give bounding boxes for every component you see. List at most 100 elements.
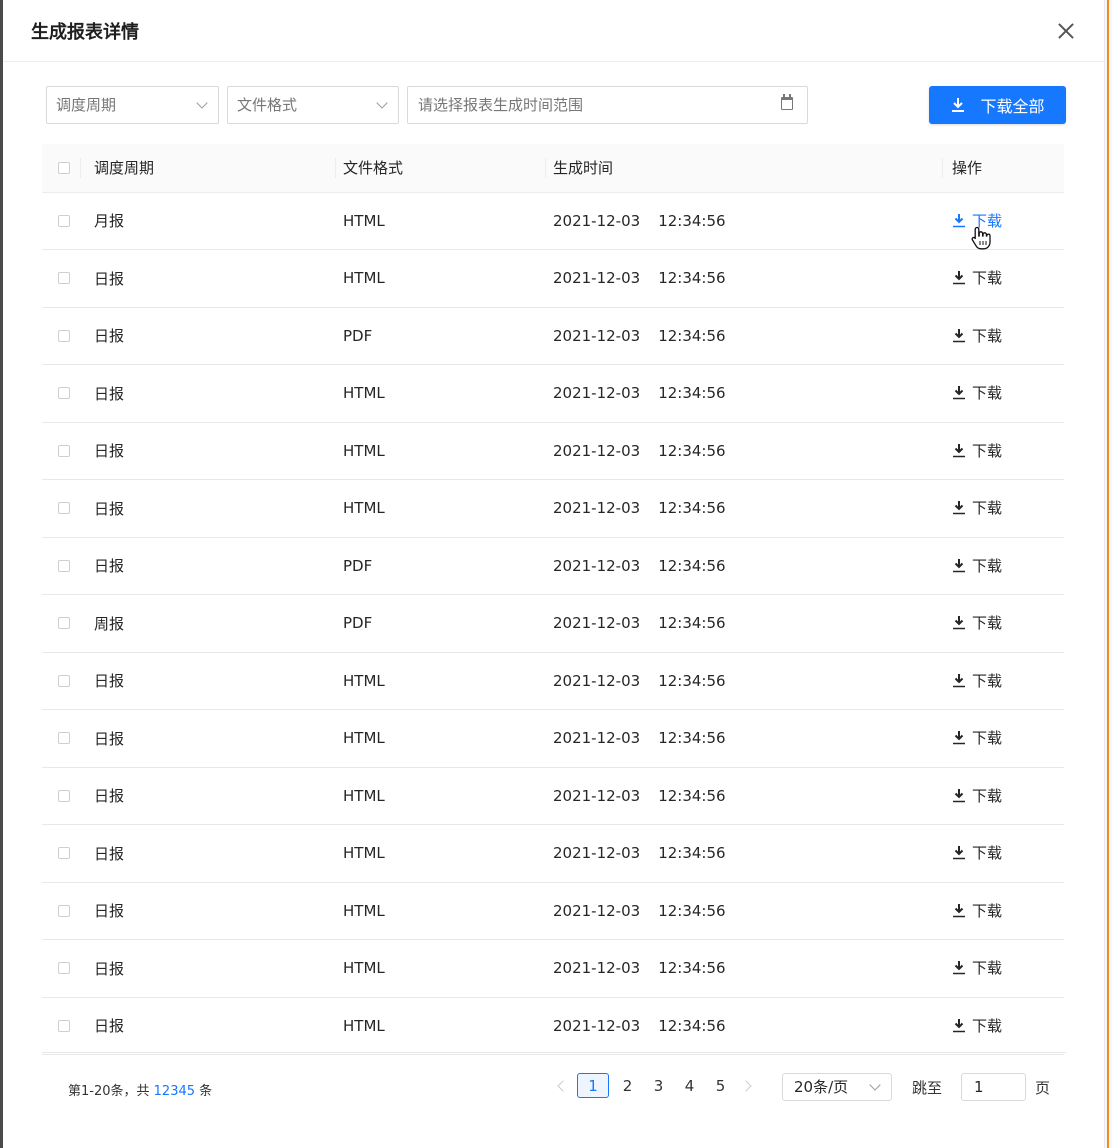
download-link[interactable]: 下载 (952, 440, 1002, 461)
file-format-cell: HTML (343, 269, 385, 288)
download-link[interactable]: 下载 (952, 727, 1002, 748)
generated-clock: 12:34:56 (658, 384, 726, 403)
download-link[interactable]: 下载 (952, 785, 1002, 806)
generated-clock: 12:34:56 (658, 614, 726, 633)
download-link[interactable]: 下载 (952, 497, 1002, 518)
row-checkbox[interactable] (58, 617, 70, 630)
select-all-checkbox[interactable] (58, 161, 70, 174)
page-3[interactable]: 3 (646, 1073, 671, 1098)
row-checkbox[interactable] (58, 1019, 70, 1032)
generated-time-cell: 2021-12-03 12:34:56 (545, 652, 942, 710)
row-checkbox[interactable] (58, 387, 70, 400)
generated-clock: 12:34:56 (658, 556, 726, 575)
generated-date: 2021-12-03 (553, 499, 641, 518)
row-checkbox[interactable] (58, 559, 70, 572)
generated-date: 2021-12-03 (553, 211, 641, 230)
row-checkbox[interactable] (58, 789, 70, 802)
table-row: 日报 HTML 2021-12-03 12:34:56 下载 (42, 365, 1064, 422)
schedule-period-cell: 日报 (94, 729, 125, 748)
schedule-period-select[interactable]: 调度周期 (46, 86, 219, 124)
page-1[interactable]: 1 (577, 1073, 609, 1098)
download-link[interactable]: 下载 (952, 325, 1002, 346)
download-link[interactable]: 下载 (952, 267, 1002, 288)
download-link[interactable]: 下载 (952, 670, 1002, 691)
download-label: 下载 (972, 441, 1003, 460)
download-label: 下载 (972, 786, 1003, 805)
row-checkbox[interactable] (58, 962, 70, 975)
schedule-period-cell: 日报 (94, 1017, 125, 1036)
generated-date: 2021-12-03 (553, 269, 641, 288)
page-5[interactable]: 5 (708, 1073, 733, 1098)
file-format-cell: HTML (343, 211, 385, 230)
total-count: 12345 (153, 1084, 196, 1099)
file-format-cell: HTML (343, 844, 385, 863)
date-range-picker[interactable]: 请选择报表生成时间范围 (407, 86, 808, 124)
column-actions: 操作 (942, 144, 1064, 193)
download-link[interactable]: 下载 (952, 842, 1002, 863)
page-4[interactable]: 4 (677, 1073, 702, 1098)
generated-time-cell: 2021-12-03 12:34:56 (545, 537, 942, 595)
generated-date: 2021-12-03 (553, 326, 641, 345)
pagination-total: 第1-20条，共 12345 条 (68, 1080, 212, 1099)
chevron-right-icon[interactable] (739, 1073, 757, 1098)
download-icon (953, 558, 965, 572)
file-format-placeholder: 文件格式 (237, 96, 298, 114)
row-checkbox[interactable] (58, 502, 70, 515)
modal-header: 生成报表详情 (3, 0, 1104, 62)
generated-time-cell: 2021-12-03 12:34:56 (545, 595, 942, 653)
schedule-period-cell: 日报 (94, 384, 125, 403)
download-link[interactable]: 下载 (952, 555, 1002, 576)
row-checkbox[interactable] (58, 904, 70, 917)
generated-time-cell: 2021-12-03 12:34:56 (545, 250, 942, 308)
chevron-left-icon[interactable] (553, 1073, 571, 1098)
download-label: 下载 (972, 729, 1003, 748)
download-label: 下载 (972, 326, 1003, 345)
column-schedule-period: 调度周期 (80, 144, 335, 193)
row-checkbox[interactable] (58, 214, 70, 227)
download-icon (953, 731, 965, 745)
download-icon (953, 328, 965, 342)
file-format-select[interactable]: 文件格式 (227, 86, 399, 124)
download-label: 下载 (972, 384, 1003, 403)
generated-date: 2021-12-03 (553, 384, 641, 403)
row-checkbox[interactable] (58, 444, 70, 457)
download-link[interactable]: 下载 (952, 900, 1002, 921)
download-label: 下载 (972, 556, 1003, 575)
row-checkbox[interactable] (58, 329, 70, 342)
download-link[interactable]: 下载 (952, 957, 1002, 978)
file-format-cell: HTML (343, 1016, 385, 1035)
row-checkbox[interactable] (58, 732, 70, 745)
table-row: 日报 HTML 2021-12-03 12:34:56 下载 (42, 882, 1064, 940)
generated-date: 2021-12-03 (553, 441, 641, 460)
page-2[interactable]: 2 (615, 1073, 640, 1098)
generated-time-cell: 2021-12-03 12:34:56 (545, 882, 942, 940)
chevron-down-icon (376, 97, 388, 109)
row-checkbox[interactable] (58, 272, 70, 285)
download-all-button[interactable]: 下载全部 (929, 86, 1066, 124)
row-checkbox[interactable] (58, 847, 70, 860)
schedule-period-cell: 日报 (94, 499, 125, 518)
page-jump-input[interactable]: 1 (961, 1073, 1026, 1101)
generated-time-cell: 2021-12-03 12:34:56 (545, 307, 942, 365)
close-icon[interactable] (1054, 19, 1078, 43)
page-list: 1 2 3 4 5 (553, 1073, 757, 1098)
chevron-down-icon (869, 1079, 881, 1091)
generated-clock: 12:34:56 (658, 901, 726, 920)
generated-clock: 12:34:56 (658, 211, 726, 230)
page-size-value: 20条/页 (794, 1078, 849, 1096)
page-size-select[interactable]: 20条/页 (782, 1073, 892, 1101)
generated-clock: 12:34:56 (658, 326, 726, 345)
table-row: 日报 PDF 2021-12-03 12:34:56 下载 (42, 307, 1064, 365)
generated-date: 2021-12-03 (553, 844, 641, 863)
row-checkbox[interactable] (58, 674, 70, 687)
hand-cursor-icon (971, 226, 991, 250)
download-link[interactable]: 下载 (952, 1015, 1002, 1036)
schedule-period-cell: 月报 (94, 212, 125, 231)
table-row: 日报 HTML 2021-12-03 12:34:56 下载 (42, 825, 1064, 882)
download-icon (953, 961, 965, 975)
download-link[interactable]: 下载 (952, 382, 1002, 403)
download-link[interactable]: 下载 (952, 612, 1002, 633)
generated-date: 2021-12-03 (553, 729, 641, 748)
pagination: 第1-20条，共 12345 条 1 2 3 4 5 20条/页 跳至 1 页 (0, 1066, 1101, 1108)
total-suffix: 条 (199, 1084, 213, 1099)
